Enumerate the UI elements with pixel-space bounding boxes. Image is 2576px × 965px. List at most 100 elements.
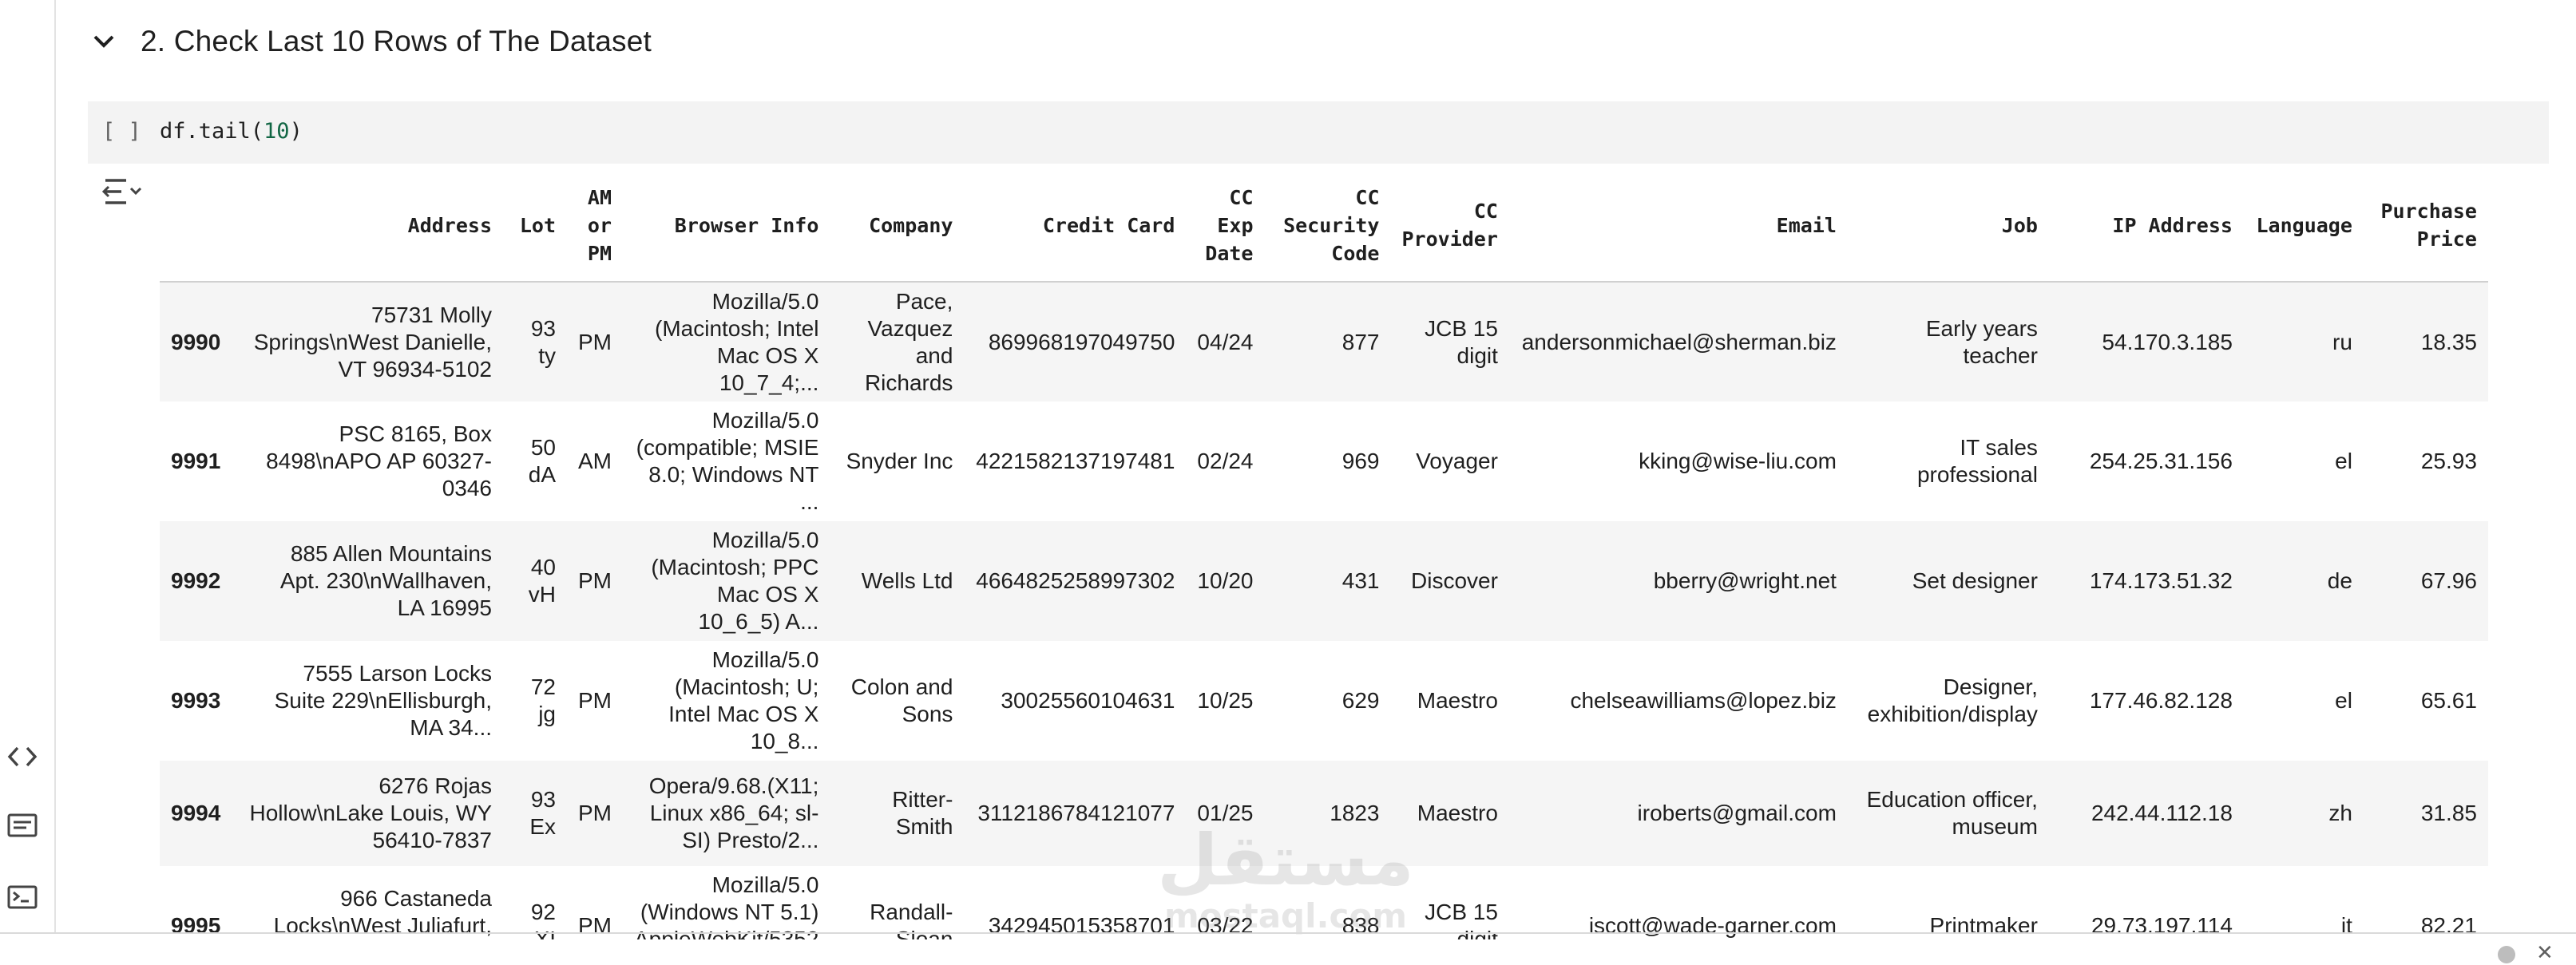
cell-address: PSC 8165, Box 8498\nAPO AP 60327-0346 [266, 421, 492, 500]
chevron-down-icon[interactable] [88, 26, 120, 57]
close-icon[interactable]: ✕ [2536, 940, 2554, 965]
row-index: 9990 [171, 329, 221, 354]
cell-cc-exp-date: 02/24 [1197, 449, 1254, 473]
cell-browser-info: Mozilla/5.0 (Macintosh; PPC Mac OS X 10_… [651, 528, 819, 634]
column-header-company: Company [869, 213, 953, 237]
form-icon[interactable] [5, 809, 40, 841]
cell-company: Colon and Sons [850, 674, 953, 726]
cell-am-pm: PM [578, 913, 612, 938]
cell-language: ru [2332, 329, 2352, 354]
cell-credit-card: 342945015358701 [988, 913, 1175, 938]
cell-ip-address: 29.73.197.114 [2091, 913, 2233, 938]
cell-cc-provider: Voyager [1416, 449, 1498, 473]
cell-lot: 50 dA [528, 435, 556, 487]
bottom-divider [0, 932, 2576, 934]
cell-company: Randall-Sloan [870, 900, 953, 939]
row-index: 9991 [171, 449, 221, 473]
row-index: 9994 [171, 801, 221, 825]
cell-cc-provider: JCB 15 digit [1425, 315, 1498, 368]
cell-lot: 40 vH [528, 555, 556, 607]
cell-cc-security-code: 1823 [1330, 801, 1380, 825]
cell-address: 75731 Molly Springs\nWest Danielle, VT 9… [253, 302, 492, 382]
run-cell-button[interactable]: [ ] [102, 119, 141, 144]
left-rail [0, 0, 56, 934]
cell-lot: 92 XI [530, 900, 556, 939]
cell-email: kking@wise-liu.com [1639, 449, 1837, 473]
table-row: 9993 7555 Larson Locks Suite 229\nEllisb… [160, 641, 2488, 761]
output-toggle-icon[interactable] [101, 174, 142, 209]
cell-cc-security-code: 629 [1342, 688, 1380, 713]
cell-cc-security-code: 838 [1342, 913, 1380, 938]
column-header-browser-info: Browser Info [674, 213, 819, 237]
row-index: 9995 [171, 913, 221, 938]
cell-purchase-price: 25.93 [2420, 449, 2477, 473]
column-header-am-pm: AM or PM [587, 185, 612, 265]
cell-credit-card: 4664825258997302 [976, 568, 1175, 593]
code-brackets-icon[interactable] [5, 741, 40, 773]
cell-language: de [2327, 568, 2352, 593]
cell-cc-security-code: 969 [1342, 449, 1380, 473]
cell-credit-card: 4221582137197481 [976, 449, 1175, 473]
cell-purchase-price: 82.21 [2420, 913, 2477, 938]
cell-job: Designer, exhibition/display [1867, 674, 2038, 726]
cell-company: Wells Ltd [861, 568, 953, 593]
cell-lot: 93 ty [530, 315, 556, 368]
column-header-email: Email [1776, 213, 1837, 237]
cell-am-pm: AM [578, 449, 612, 473]
table-row: 9994 6276 Rojas Hollow\nLake Louis, WY 5… [160, 761, 2488, 866]
cell-browser-info: Mozilla/5.0 (compatible; MSIE 8.0; Windo… [636, 408, 819, 514]
table-row: 9995 966 Castaneda Locks\nWest Juliafurt… [160, 866, 2488, 939]
cell-am-pm: PM [578, 801, 612, 825]
cell-cc-exp-date: 03/22 [1197, 913, 1254, 938]
column-header-purchase-price: Purchase Price [2380, 200, 2477, 251]
cell-credit-card: 3112186784121077 [977, 801, 1175, 825]
cell-language: el [2335, 688, 2352, 713]
cell-browser-info: Mozilla/5.0 (Macintosh; Intel Mac OS X 1… [655, 288, 819, 395]
cell-purchase-price: 65.61 [2420, 688, 2477, 713]
cell-address: 7555 Larson Locks Suite 229\nEllisburgh,… [274, 661, 492, 740]
section-title: 2. Check Last 10 Rows of The Dataset [141, 25, 652, 57]
cell-company: Snyder Inc [846, 449, 953, 473]
cell-lot: 72 jg [530, 674, 556, 726]
terminal-icon[interactable] [5, 881, 40, 913]
table-header-row: Address Lot AM or PM Browser Info Compan… [160, 169, 2488, 282]
column-header-language: Language [2256, 213, 2352, 237]
code-function: df.tail( [160, 119, 264, 144]
cell-credit-card: 869968197049750 [988, 329, 1175, 354]
cell-cc-provider: JCB 15 digit [1425, 900, 1498, 939]
section-header: 2. Check Last 10 Rows of The Dataset [88, 18, 652, 65]
cell-purchase-price: 18.35 [2420, 329, 2477, 354]
cell-language: el [2335, 449, 2352, 473]
cell-email: bberry@wright.net [1653, 568, 1837, 593]
cell-email: iroberts@gmail.com [1637, 801, 1837, 825]
code-argument: 10 [264, 119, 290, 144]
row-index: 9992 [171, 568, 221, 593]
cell-cc-provider: Maestro [1417, 801, 1498, 825]
table-row: 9990 75731 Molly Springs\nWest Danielle,… [160, 282, 2488, 401]
cell-browser-info: Mozilla/5.0 (Windows NT 5.1) AppleWebKit… [634, 872, 819, 939]
cell-am-pm: PM [578, 688, 612, 713]
cell-ip-address: 54.170.3.185 [2102, 329, 2233, 354]
table-row: 9992 885 Allen Mountains Apt. 230\nWallh… [160, 521, 2488, 641]
row-index: 9993 [171, 688, 221, 713]
cell-email: andersonmichael@sherman.biz [1521, 329, 1837, 354]
cell-lot: 93 Ex [529, 787, 556, 839]
dataframe-output: Address Lot AM or PM Browser Info Compan… [160, 169, 2530, 939]
cell-ip-address: 242.44.112.18 [2091, 801, 2233, 825]
code-cell[interactable]: [ ] df.tail(10) [88, 101, 2549, 164]
cell-ip-address: 177.46.82.128 [2089, 688, 2233, 713]
column-header-cc-security-code: CC Security Code [1283, 185, 1380, 265]
cell-cc-exp-date: 04/24 [1197, 329, 1254, 354]
cell-purchase-price: 67.96 [2420, 568, 2477, 593]
cell-job: Set designer [1912, 568, 2038, 593]
cell-email: chelseawilliams@lopez.biz [1570, 688, 1837, 713]
status-dot-icon [2498, 946, 2515, 963]
column-header-cc-exp-date: CC Exp Date [1205, 185, 1254, 265]
code-editor[interactable]: df.tail(10) [160, 119, 303, 144]
column-header-job: Job [2001, 213, 2038, 237]
cell-job: Education officer, museum [1866, 787, 2038, 839]
column-header-index [160, 169, 236, 282]
cell-credit-card: 30025560104631 [1001, 688, 1175, 713]
cell-purchase-price: 31.85 [2420, 801, 2477, 825]
cell-cc-security-code: 431 [1342, 568, 1380, 593]
